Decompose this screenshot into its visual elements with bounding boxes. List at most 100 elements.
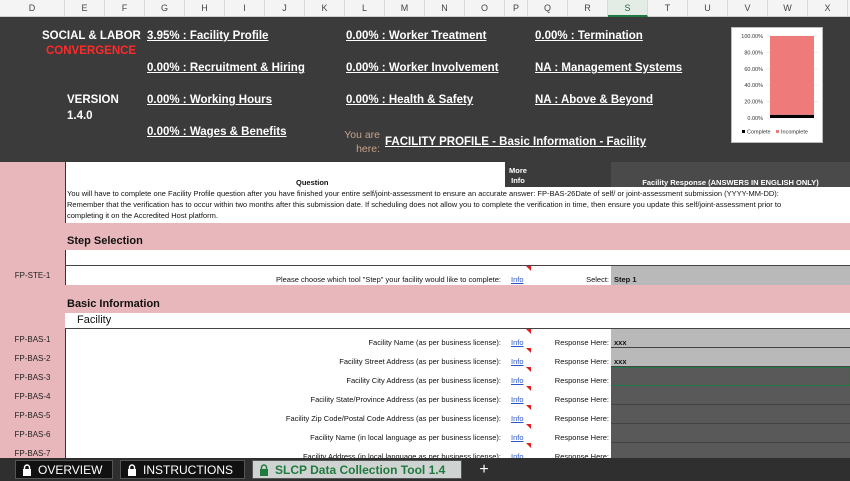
- response-label: Response Here:: [554, 357, 609, 366]
- response-label: Response Here:: [554, 395, 609, 404]
- column-header-i[interactable]: I: [225, 0, 265, 17]
- header-spacer: [531, 162, 611, 187]
- legend-label: Incomplete: [781, 130, 808, 136]
- column-header-s[interactable]: S: [608, 0, 648, 17]
- bar-incomplete: [770, 36, 814, 115]
- column-header-r[interactable]: R: [568, 0, 608, 17]
- row-info-link[interactable]: Info: [511, 414, 524, 423]
- intro-line2: Remember that the verification has to oc…: [67, 200, 782, 209]
- link-management-systems[interactable]: NA : Management Systems: [535, 62, 682, 74]
- y-tick-label: 60.00%: [744, 67, 763, 73]
- column-header-g[interactable]: G: [145, 0, 185, 17]
- comment-flag-icon: [526, 367, 531, 372]
- progress-chart: 100.00% 80.00% 60.00% 40.00% 20.00% 0.00% Comp…: [731, 27, 823, 143]
- tab-instructions[interactable]: INSTRUCTIONS: [120, 460, 245, 479]
- response-input[interactable]: [611, 386, 850, 405]
- y-tick-label: 0.00%: [747, 116, 763, 122]
- column-header-e[interactable]: E: [65, 0, 105, 17]
- row-question: Facility Name (in local language as per …: [310, 433, 501, 442]
- column-header-k[interactable]: K: [305, 0, 345, 17]
- row-question: Facility Name (as per business license):: [368, 338, 501, 347]
- row-question: Facility Zip Code/Postal Code Address (a…: [285, 414, 501, 423]
- row-info-link[interactable]: Info: [511, 395, 524, 404]
- link-facility-profile[interactable]: 3.95% : Facility Profile: [147, 30, 268, 42]
- link-wages-benefits[interactable]: 0.00% : Wages & Benefits: [147, 126, 287, 138]
- row-info-link[interactable]: Info: [511, 338, 524, 347]
- column-header-q[interactable]: Q: [528, 0, 568, 17]
- column-header-u[interactable]: U: [688, 0, 728, 17]
- comment-flag-icon: [526, 405, 531, 410]
- column-header-w[interactable]: W: [768, 0, 808, 17]
- facility-subsection-title: Facility: [77, 314, 112, 326]
- row-question: Facility State/Province Address (as per …: [310, 395, 502, 404]
- comment-flag-icon: [526, 329, 531, 334]
- response-value: xxx: [614, 357, 627, 366]
- y-tick-label: 100.00%: [741, 34, 763, 40]
- response-input[interactable]: [611, 348, 850, 367]
- current-location: FACILITY PROFILE - Basic Information - F…: [385, 136, 647, 148]
- tab-overview[interactable]: OVERVIEW: [15, 460, 113, 479]
- link-termination[interactable]: 0.00% : Termination: [535, 30, 643, 42]
- column-header-p[interactable]: P: [505, 0, 528, 17]
- link-working-hours[interactable]: 0.00% : Working Hours: [147, 94, 272, 106]
- response-label: Response Here:: [554, 376, 609, 385]
- step-info-link[interactable]: Info: [511, 275, 524, 284]
- more-info-header: More Info: [509, 166, 527, 185]
- column-header-l[interactable]: L: [345, 0, 385, 17]
- step-select-dropdown[interactable]: [611, 266, 850, 285]
- comment-flag-icon: [526, 348, 531, 353]
- brand-line1: SOCIAL & LABOR: [42, 30, 141, 42]
- link-above-beyond[interactable]: NA : Above & Beyond: [535, 94, 653, 106]
- tab-data-collection-tool[interactable]: SLCP Data Collection Tool 1.4: [252, 460, 462, 479]
- response-value: xxx: [614, 338, 627, 347]
- basic-info-title: Basic Information: [67, 298, 160, 310]
- column-header-f[interactable]: F: [105, 0, 145, 17]
- link-recruitment-hiring[interactable]: 0.00% : Recruitment & Hiring: [147, 62, 305, 74]
- column-header-m[interactable]: M: [385, 0, 425, 17]
- column-header-n[interactable]: N: [425, 0, 465, 17]
- column-header-d[interactable]: D: [0, 0, 65, 17]
- dashboard-header: SOCIAL & LABOR CONVERGENCE VERSION 1.4.0…: [0, 17, 850, 162]
- row-id: FP-BAS-3: [14, 373, 51, 382]
- sheet-tab-bar: OVERVIEW INSTRUCTIONS SLCP Data Collecti…: [0, 458, 850, 481]
- link-worker-involvement[interactable]: 0.00% : Worker Involvement: [346, 62, 499, 74]
- brand-line2: CONVERGENCE: [46, 45, 137, 57]
- response-input[interactable]: [611, 367, 850, 386]
- legend-swatch: [742, 130, 745, 133]
- row-id-step: FP-STE-1: [14, 271, 51, 280]
- lock-icon: [23, 464, 31, 476]
- step-select-value: Step 1: [614, 275, 637, 284]
- response-label: Response Here:: [554, 433, 609, 442]
- lock-icon: [260, 464, 268, 476]
- intro-line1: You will have to complete one Facility P…: [67, 189, 779, 198]
- bar-complete: [770, 114, 814, 118]
- column-header-t[interactable]: T: [648, 0, 688, 17]
- column-header-x[interactable]: X: [808, 0, 848, 17]
- row-info-link[interactable]: Info: [511, 433, 524, 442]
- row-id: FP-BAS-6: [14, 430, 51, 439]
- row-id: FP-BAS-7: [14, 449, 51, 458]
- row-info-link[interactable]: Info: [511, 376, 524, 385]
- row-question: Facility City Address (as per business l…: [346, 376, 501, 385]
- response-input[interactable]: [611, 424, 850, 443]
- version-label: VERSION: [67, 94, 119, 106]
- row-id: FP-BAS-5: [14, 411, 51, 420]
- link-health-safety[interactable]: 0.00% : Health & Safety: [346, 94, 473, 106]
- step-select-label: Select:: [586, 275, 609, 284]
- row-question: Facility Street Address (as per business…: [339, 357, 501, 366]
- step-selection-title: Step Selection: [67, 235, 143, 247]
- link-worker-treatment[interactable]: 0.00% : Worker Treatment: [346, 30, 486, 42]
- add-sheet-button[interactable]: +: [468, 460, 500, 479]
- row-info-link[interactable]: Info: [511, 357, 524, 366]
- response-input[interactable]: [611, 405, 850, 424]
- y-tick-label: 80.00%: [744, 50, 763, 56]
- column-header-o[interactable]: O: [465, 0, 505, 17]
- y-tick-label: 40.00%: [744, 83, 763, 89]
- column-header-v[interactable]: V: [728, 0, 768, 17]
- column-header-j[interactable]: J: [265, 0, 305, 17]
- legend-label: Complete: [747, 130, 771, 136]
- step-spacer: [65, 250, 850, 265]
- column-header-h[interactable]: H: [185, 0, 225, 17]
- response-input[interactable]: [611, 329, 850, 348]
- comment-flag-icon: [526, 386, 531, 391]
